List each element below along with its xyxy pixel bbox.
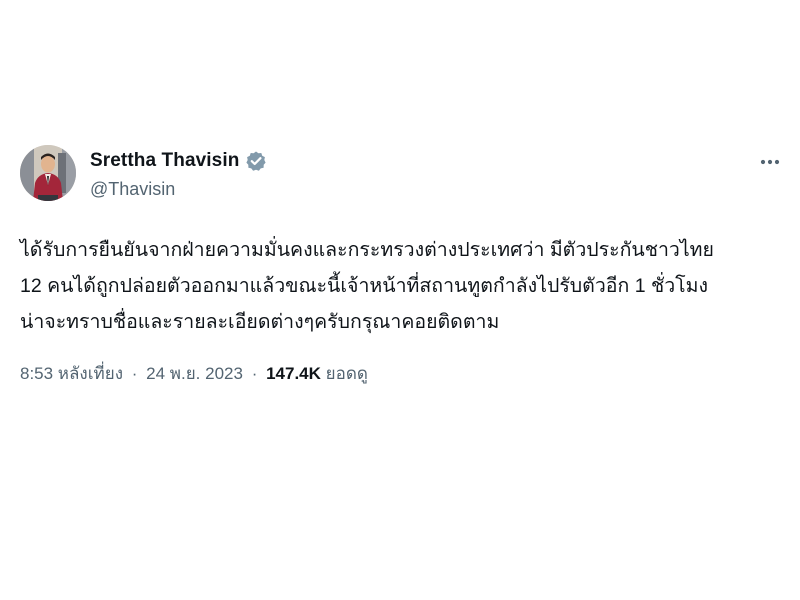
verified-badge-icon xyxy=(245,150,267,172)
tweet-time[interactable]: 8:53 หลังเที่ยง xyxy=(20,364,123,383)
tweet-date[interactable]: 24 พ.ย. 2023 xyxy=(146,364,243,383)
views-count: 147.4K xyxy=(266,364,321,383)
author-display-name[interactable]: Srettha Thavisin xyxy=(90,150,239,172)
tweet: Srettha Thavisin @Thavisin ได้รับการยืนย… xyxy=(20,140,784,387)
more-horizontal-icon[interactable] xyxy=(756,150,784,174)
tweet-text-line: 12 คนได้ถูกปล่อยตัวออกมาแล้วขณะนี้เจ้าหน… xyxy=(20,275,709,297)
profile-photo xyxy=(20,145,76,201)
meta-separator: · xyxy=(131,364,138,383)
page: Srettha Thavisin @Thavisin ได้รับการยืนย… xyxy=(0,0,800,600)
tweet-header: Srettha Thavisin @Thavisin xyxy=(20,140,784,210)
avatar[interactable] xyxy=(20,145,76,201)
author-name-row: Srettha Thavisin xyxy=(90,149,267,173)
views-label: ยอดดู xyxy=(325,364,368,383)
meta-separator: · xyxy=(251,364,258,383)
tweet-text: ได้รับการยืนยันจากฝ่ายความมั่นคงและกระทร… xyxy=(20,232,784,340)
author-handle[interactable]: @Thavisin xyxy=(90,179,267,200)
author-block: Srettha Thavisin @Thavisin xyxy=(90,149,267,200)
tweet-text-line: น่าจะทราบชื่อและรายละเอียดต่างๆครับกรุณา… xyxy=(20,311,500,333)
tweet-text-line: ได้รับการยืนยันจากฝ่ายความมั่นคงและกระทร… xyxy=(20,239,714,261)
tweet-meta: 8:53 หลังเที่ยง · 24 พ.ย. 2023 · 147.4K … xyxy=(20,360,784,387)
